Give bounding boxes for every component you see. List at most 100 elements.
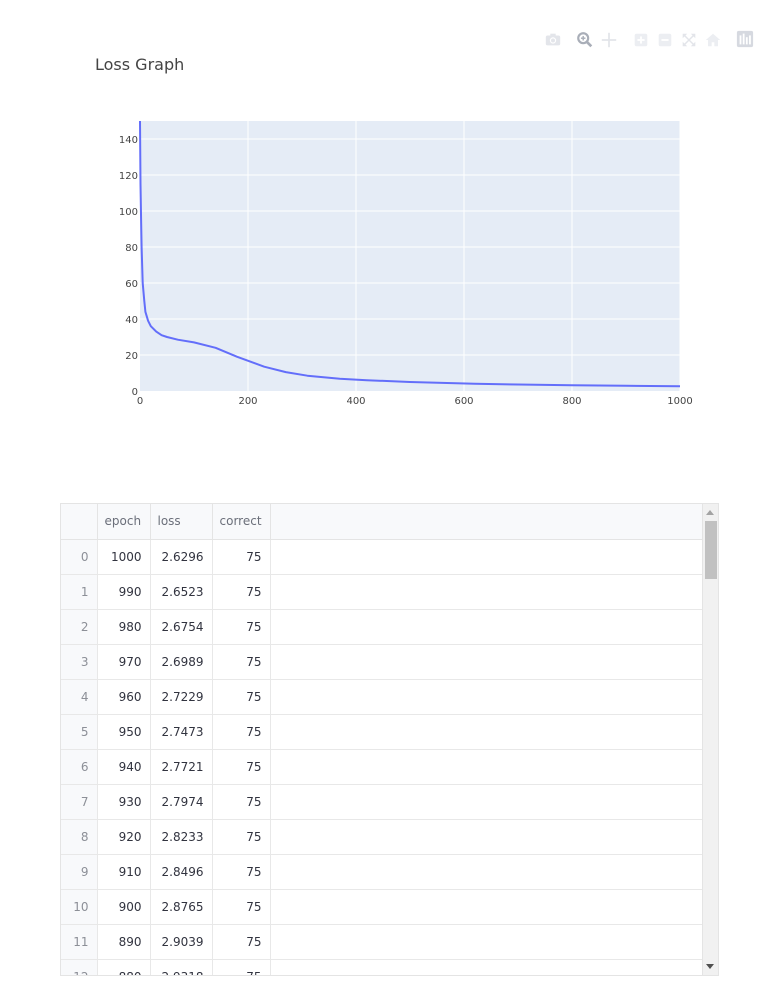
plotly-logo-icon[interactable] bbox=[736, 30, 756, 50]
header-correct[interactable]: correct bbox=[212, 504, 271, 540]
row-index[interactable]: 4 bbox=[61, 679, 98, 715]
zoom-in-icon[interactable] bbox=[632, 31, 652, 51]
table-row[interactable]: 10 900 2.8765 75 bbox=[61, 889, 704, 925]
row-index[interactable]: 11 bbox=[61, 924, 98, 960]
cell-epoch[interactable]: 990 bbox=[97, 574, 151, 610]
pan-icon[interactable] bbox=[600, 31, 620, 51]
scroll-down-arrow-icon[interactable] bbox=[706, 964, 714, 969]
table-row[interactable]: 9 910 2.8496 75 bbox=[61, 854, 704, 890]
row-filler bbox=[270, 819, 704, 855]
cell-correct[interactable]: 75 bbox=[212, 924, 271, 960]
table-row[interactable]: 1 990 2.6523 75 bbox=[61, 574, 704, 610]
cell-correct[interactable]: 75 bbox=[212, 854, 271, 890]
y-tick-label: 120 bbox=[119, 171, 138, 182]
cell-loss[interactable]: 2.7974 bbox=[150, 784, 213, 820]
cell-epoch[interactable]: 980 bbox=[97, 609, 151, 645]
cell-correct[interactable]: 75 bbox=[212, 889, 271, 925]
cell-loss[interactable]: 2.6296 bbox=[150, 539, 213, 575]
data-table[interactable]: epoch loss correct 0 1000 2.6296 75 1 990 2.65… bbox=[60, 503, 719, 976]
zoom-out-icon[interactable] bbox=[656, 31, 676, 51]
row-index[interactable]: 8 bbox=[61, 819, 98, 855]
cell-correct[interactable]: 75 bbox=[212, 539, 271, 575]
table-row[interactable]: 7 930 2.7974 75 bbox=[61, 784, 704, 820]
cell-correct[interactable]: 75 bbox=[212, 784, 271, 820]
x-tick-label: 1000 bbox=[667, 396, 692, 407]
results-table: epoch loss correct 0 1000 2.6296 75 1 990 2.65… bbox=[61, 504, 704, 975]
table-row[interactable]: 11 890 2.9039 75 bbox=[61, 924, 704, 960]
x-tick-label: 400 bbox=[346, 396, 365, 407]
table-row[interactable]: 2 980 2.6754 75 bbox=[61, 609, 704, 645]
cell-loss[interactable]: 2.7473 bbox=[150, 714, 213, 750]
y-tick-label: 0 bbox=[132, 387, 138, 398]
cell-correct[interactable]: 75 bbox=[212, 679, 271, 715]
row-index[interactable]: 10 bbox=[61, 889, 98, 925]
table-row[interactable]: 5 950 2.7473 75 bbox=[61, 714, 704, 750]
cell-loss[interactable]: 2.6523 bbox=[150, 574, 213, 610]
table-row[interactable]: 4 960 2.7229 75 bbox=[61, 679, 704, 715]
header-loss[interactable]: loss bbox=[150, 504, 213, 540]
header-epoch[interactable]: epoch bbox=[97, 504, 151, 540]
cell-loss[interactable]: 2.6989 bbox=[150, 644, 213, 680]
cell-correct[interactable]: 75 bbox=[212, 959, 271, 975]
cell-epoch[interactable]: 930 bbox=[97, 784, 151, 820]
row-filler bbox=[270, 959, 704, 975]
loss-chart: Loss Graph 0 200 400 600 800 1000 0 20 40 60 80 100… bbox=[0, 0, 765, 460]
cell-loss[interactable]: 2.7229 bbox=[150, 679, 213, 715]
row-index[interactable]: 9 bbox=[61, 854, 98, 890]
cell-correct[interactable]: 75 bbox=[212, 609, 271, 645]
cell-epoch[interactable]: 970 bbox=[97, 644, 151, 680]
home-icon[interactable] bbox=[704, 31, 724, 51]
cell-epoch[interactable]: 940 bbox=[97, 749, 151, 785]
row-index[interactable]: 6 bbox=[61, 749, 98, 785]
row-index[interactable]: 5 bbox=[61, 714, 98, 750]
scroll-up-arrow-icon[interactable] bbox=[706, 510, 714, 515]
x-tick-label: 600 bbox=[454, 396, 473, 407]
zoom-icon[interactable] bbox=[576, 31, 596, 51]
cell-loss[interactable]: 2.8233 bbox=[150, 819, 213, 855]
table-row[interactable]: 128802.931875 bbox=[61, 959, 704, 975]
cell-epoch[interactable]: 890 bbox=[97, 924, 151, 960]
x-tick-label: 800 bbox=[562, 396, 581, 407]
cell-epoch[interactable]: 880 bbox=[97, 959, 151, 975]
loss-plot[interactable]: 0 200 400 600 800 1000020406080100120140 bbox=[0, 0, 765, 460]
cell-loss[interactable]: 2.8765 bbox=[150, 889, 213, 925]
cell-loss[interactable]: 2.7721 bbox=[150, 749, 213, 785]
row-index[interactable]: 1 bbox=[61, 574, 98, 610]
cell-loss[interactable]: 2.6754 bbox=[150, 609, 213, 645]
cell-epoch[interactable]: 950 bbox=[97, 714, 151, 750]
row-filler bbox=[270, 574, 704, 610]
cell-loss[interactable]: 2.9039 bbox=[150, 924, 213, 960]
row-filler bbox=[270, 889, 704, 925]
cell-correct[interactable]: 75 bbox=[212, 714, 271, 750]
scroll-thumb[interactable] bbox=[705, 521, 717, 579]
table-row[interactable]: 3 970 2.6989 75 bbox=[61, 644, 704, 680]
camera-icon[interactable] bbox=[544, 31, 564, 51]
row-index[interactable]: 0 bbox=[61, 539, 98, 575]
table-row[interactable]: 6 940 2.7721 75 bbox=[61, 749, 704, 785]
cell-correct[interactable]: 75 bbox=[212, 644, 271, 680]
cell-epoch[interactable]: 900 bbox=[97, 889, 151, 925]
row-filler bbox=[270, 924, 704, 960]
table-row[interactable]: 0 1000 2.6296 75 bbox=[61, 539, 704, 575]
cell-epoch[interactable]: 920 bbox=[97, 819, 151, 855]
table-row[interactable]: 8 920 2.8233 75 bbox=[61, 819, 704, 855]
row-filler bbox=[270, 644, 704, 680]
header-filler bbox=[270, 504, 704, 540]
row-index[interactable]: 7 bbox=[61, 784, 98, 820]
row-index[interactable]: 12 bbox=[61, 959, 98, 975]
header-index[interactable] bbox=[61, 504, 98, 540]
table-scrollbar[interactable] bbox=[702, 504, 718, 975]
cell-correct[interactable]: 75 bbox=[212, 819, 271, 855]
cell-correct[interactable]: 75 bbox=[212, 574, 271, 610]
autoscale-icon[interactable] bbox=[680, 31, 700, 51]
row-filler bbox=[270, 539, 704, 575]
row-index[interactable]: 3 bbox=[61, 644, 98, 680]
cell-loss[interactable]: 2.9318 bbox=[150, 959, 213, 975]
cell-correct[interactable]: 75 bbox=[212, 749, 271, 785]
row-index[interactable]: 2 bbox=[61, 609, 98, 645]
cell-epoch[interactable]: 960 bbox=[97, 679, 151, 715]
cell-epoch[interactable]: 910 bbox=[97, 854, 151, 890]
cell-loss[interactable]: 2.8496 bbox=[150, 854, 213, 890]
y-tick-label: 100 bbox=[119, 207, 138, 218]
cell-epoch[interactable]: 1000 bbox=[97, 539, 151, 575]
